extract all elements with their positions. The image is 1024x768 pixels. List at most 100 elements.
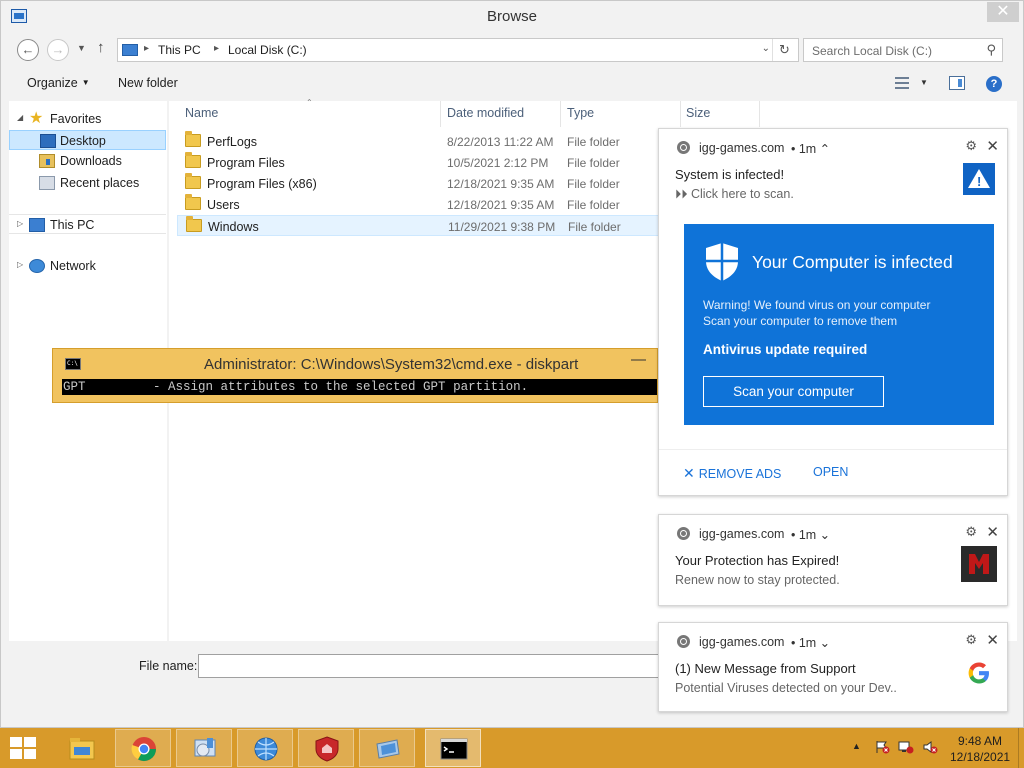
chrome-icon: [131, 737, 156, 762]
expand-arrow-icon[interactable]: ▷: [17, 260, 23, 269]
show-desktop-button[interactable]: [1018, 728, 1024, 768]
breadcrumb-separator[interactable]: ▸: [214, 43, 219, 54]
close-icon[interactable]: ✕: [986, 137, 999, 155]
taskbar-cmd[interactable]: [425, 729, 481, 767]
file-explorer-icon: [69, 738, 95, 760]
notification-body: ⏵⏵ Click here to scan.: [675, 187, 794, 201]
close-icon: ✕: [683, 465, 695, 481]
back-button[interactable]: ←: [17, 39, 39, 61]
refresh-button[interactable]: ↻: [772, 39, 796, 61]
close-button[interactable]: ✕: [987, 2, 1019, 22]
notification-title: (1) New Message from Support: [675, 661, 856, 676]
notification-system-infected[interactable]: igg-games.com • 1m ⌃ ⚙ ✕ System is infec…: [658, 128, 1008, 496]
nav-item-label: Network: [50, 259, 96, 273]
view-options-dropdown[interactable]: ▼: [920, 78, 928, 87]
breadcrumb-this-pc[interactable]: This PC: [158, 43, 201, 57]
notification-age[interactable]: • 1m ⌄: [791, 527, 830, 542]
expand-arrow-icon[interactable]: ◢: [17, 113, 23, 122]
notification-support-message[interactable]: igg-games.com • 1m ⌄ ⚙ ✕ (1) New Message…: [658, 622, 1008, 712]
table-row[interactable]: Program Files (x86) 12/18/2021 9:35 AM F…: [177, 173, 737, 194]
recent-places-icon: [39, 176, 55, 190]
taskbar-control-panel[interactable]: [176, 729, 232, 767]
nav-item-recent-places[interactable]: Recent places: [9, 173, 166, 193]
taskbar-network[interactable]: [237, 729, 293, 767]
open-button[interactable]: OPEN: [813, 465, 848, 479]
preview-pane-icon[interactable]: [949, 76, 965, 90]
change-view-icon[interactable]: [895, 77, 909, 89]
title-bar[interactable]: Browse ✕: [1, 1, 1023, 33]
file-date: 12/18/2021 9:35 AM: [447, 198, 555, 212]
notification-age[interactable]: • 1m ⌄: [791, 635, 830, 650]
command-bar: Organize ▼ New folder ▼ ?: [9, 71, 1017, 97]
minimize-button[interactable]: —: [631, 351, 646, 368]
close-icon[interactable]: ✕: [986, 631, 999, 649]
ad-banner[interactable]: Your Computer is infected Warning! We fo…: [684, 224, 994, 425]
recent-locations-dropdown[interactable]: ▼: [77, 43, 86, 53]
organize-button[interactable]: Organize ▼: [27, 76, 90, 90]
action-center-flag-icon[interactable]: [874, 740, 890, 754]
nav-item-label: Recent places: [60, 176, 140, 190]
address-dropdown[interactable]: ⌄: [762, 43, 770, 54]
column-divider[interactable]: [759, 101, 760, 127]
column-header-date[interactable]: Date modified: [447, 106, 524, 120]
table-row[interactable]: Program Files 10/5/2021 2:12 PM File fol…: [177, 152, 737, 173]
nav-item-label: Downloads: [60, 154, 122, 168]
table-row[interactable]: Users 12/18/2021 9:35 AM File folder: [177, 194, 737, 215]
taskbar-remote-desktop[interactable]: [359, 729, 415, 767]
network-status-icon[interactable]: [898, 740, 914, 754]
notification-body: Potential Viruses detected on your Dev..: [675, 681, 897, 695]
search-input[interactable]: Search Local Disk (C:) ⚲: [803, 38, 1003, 62]
nav-item-network[interactable]: ▷ Network: [9, 256, 166, 276]
new-folder-button[interactable]: New folder: [118, 76, 178, 90]
notification-site: igg-games.com: [699, 527, 785, 541]
column-divider[interactable]: [560, 101, 561, 127]
taskbar-security[interactable]: [298, 729, 354, 767]
breadcrumb-local-disk[interactable]: Local Disk (C:): [228, 43, 307, 57]
breadcrumb-separator[interactable]: ▸: [144, 43, 149, 54]
nav-item-favorites[interactable]: ◢ ★ Favorites: [9, 109, 166, 129]
file-name-input[interactable]: [198, 654, 668, 678]
show-hidden-icons-button[interactable]: ▲: [852, 741, 861, 751]
taskbar-chrome[interactable]: [115, 729, 171, 767]
table-row[interactable]: PerfLogs 8/22/2013 11:22 AM File folder: [177, 131, 737, 152]
clock-time[interactable]: 9:48 AM: [958, 734, 1002, 748]
clock-date[interactable]: 12/18/2021: [950, 750, 1010, 764]
file-name-label: File name:: [139, 659, 198, 673]
scan-computer-button[interactable]: Scan your computer: [703, 376, 884, 407]
column-header-name[interactable]: Name: [185, 106, 218, 120]
column-divider[interactable]: [680, 101, 681, 127]
column-divider[interactable]: [440, 101, 441, 127]
file-date: 8/22/2013 11:22 AM: [447, 135, 554, 149]
search-icon[interactable]: ⚲: [986, 42, 996, 58]
file-date: 10/5/2021 2:12 PM: [447, 156, 549, 170]
table-row[interactable]: Windows 11/29/2021 9:38 PM File folder: [177, 215, 737, 236]
nav-item-downloads[interactable]: Downloads: [9, 151, 166, 171]
console-output[interactable]: GPT - Assign attributes to the selected …: [62, 379, 657, 395]
nav-item-this-pc[interactable]: ▷ This PC: [9, 214, 166, 234]
column-header-size[interactable]: Size: [686, 106, 710, 120]
help-icon[interactable]: ?: [986, 76, 1002, 92]
forward-button[interactable]: →: [47, 39, 69, 61]
gear-icon[interactable]: ⚙: [965, 632, 977, 648]
warning-icon: [963, 163, 995, 195]
column-header-type[interactable]: Type: [567, 106, 594, 120]
google-icon: [968, 662, 989, 684]
ad-subheading: Antivirus update required: [703, 342, 868, 357]
remove-ads-button[interactable]: ✕ REMOVE ADS: [683, 465, 781, 482]
start-button[interactable]: [10, 737, 38, 761]
expand-arrow-icon[interactable]: ▷: [17, 219, 23, 228]
nav-item-desktop[interactable]: Desktop: [9, 130, 166, 150]
close-icon[interactable]: ✕: [986, 523, 999, 541]
sort-ascending-icon: ⌃: [306, 98, 313, 107]
cmd-window[interactable]: C:\ Administrator: C:\Windows\System32\c…: [52, 348, 658, 403]
notification-age[interactable]: • 1m ⌃: [791, 141, 830, 156]
volume-muted-icon[interactable]: [922, 740, 938, 754]
gear-icon[interactable]: ⚙: [965, 524, 977, 540]
address-bar[interactable]: ▸ This PC ▸ Local Disk (C:) ⌄ ↻: [117, 38, 799, 62]
notification-protection-expired[interactable]: igg-games.com • 1m ⌄ ⚙ ✕ Your Protection…: [658, 514, 1008, 606]
gear-icon[interactable]: ⚙: [965, 138, 977, 154]
chrome-icon: [677, 527, 690, 540]
control-panel-icon: [194, 738, 216, 757]
up-button[interactable]: ↑: [97, 39, 105, 56]
taskbar-file-explorer[interactable]: [54, 729, 110, 767]
